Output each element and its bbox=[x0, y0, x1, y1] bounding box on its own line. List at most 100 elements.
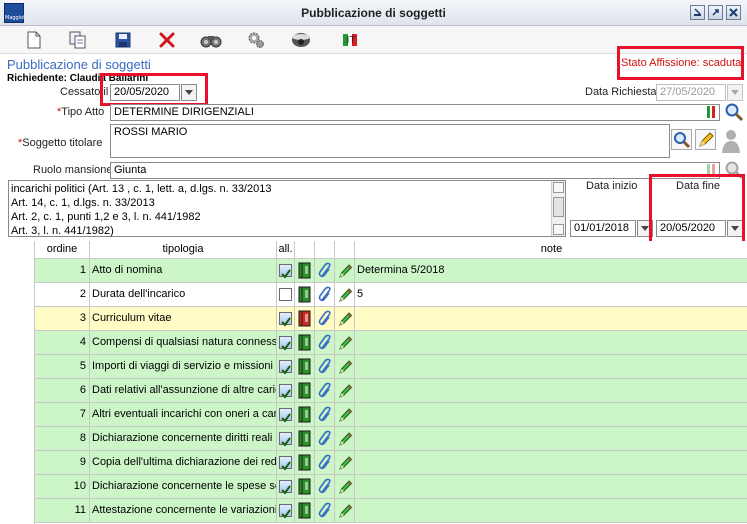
cessato-dropdown-button[interactable] bbox=[181, 84, 197, 101]
table-row[interactable]: 3 Curriculum vitae bbox=[35, 307, 747, 331]
all-checkbox[interactable] bbox=[279, 480, 292, 495]
all-checkbox[interactable] bbox=[279, 408, 292, 423]
paperclip-icon[interactable] bbox=[318, 478, 333, 495]
data-richiesta-dropdown-button[interactable] bbox=[727, 84, 743, 101]
pencil-icon[interactable] bbox=[338, 502, 353, 519]
soggetto-user-button[interactable] bbox=[719, 126, 743, 156]
paperclip-icon[interactable] bbox=[318, 406, 333, 423]
soggetto-edit-button[interactable] bbox=[695, 129, 716, 150]
all-checkbox[interactable] bbox=[279, 288, 292, 301]
table-row[interactable]: 4 Compensi di qualsiasi natura connessi a bbox=[35, 331, 747, 355]
paperclip-icon[interactable] bbox=[318, 358, 333, 375]
cessato-date-field[interactable]: 20/05/2020 bbox=[110, 84, 180, 101]
cell-note[interactable] bbox=[355, 403, 747, 426]
paperclip-icon[interactable] bbox=[318, 382, 333, 399]
cell-note[interactable] bbox=[355, 499, 747, 522]
table-row[interactable]: 1 Atto di nomina Determina 5/2018 bbox=[35, 259, 747, 283]
ruolo-field[interactable]: Giunta bbox=[110, 162, 720, 179]
pencil-icon[interactable] bbox=[338, 310, 353, 327]
book-icon[interactable] bbox=[298, 406, 312, 423]
all-checkbox[interactable] bbox=[279, 360, 292, 375]
column-header-all[interactable]: all. bbox=[277, 241, 295, 259]
table-row[interactable]: 6 Dati relativi all'assunzione di altre c… bbox=[35, 379, 747, 403]
book-icon[interactable] bbox=[298, 310, 312, 327]
cell-note[interactable]: Determina 5/2018 bbox=[355, 259, 747, 282]
paperclip-icon[interactable] bbox=[318, 286, 333, 303]
paperclip-icon[interactable] bbox=[318, 310, 333, 327]
pencil-icon[interactable] bbox=[338, 262, 353, 279]
cell-note[interactable] bbox=[355, 475, 747, 498]
book-icon[interactable] bbox=[298, 478, 312, 495]
paperclip-icon[interactable] bbox=[318, 262, 333, 279]
paperclip-icon[interactable] bbox=[318, 430, 333, 447]
table-row[interactable]: 11 Attestazione concernente le variazioni bbox=[35, 499, 747, 523]
cell-note[interactable] bbox=[355, 355, 747, 378]
language-button[interactable]: IT bbox=[333, 30, 367, 50]
pencil-icon[interactable] bbox=[338, 406, 353, 423]
table-row[interactable]: 9 Copia dell'ultima dichiarazione dei red… bbox=[35, 451, 747, 475]
table-row[interactable]: 8 Dichiarazione concernente diritti reali… bbox=[35, 427, 747, 451]
pencil-icon[interactable] bbox=[338, 358, 353, 375]
tipo-atto-search-button[interactable] bbox=[724, 102, 744, 122]
tipo-atto-field[interactable]: DETERMINE DIRIGENZIALI bbox=[110, 104, 720, 121]
all-checkbox[interactable] bbox=[279, 312, 292, 327]
book-icon[interactable] bbox=[298, 334, 312, 351]
pencil-icon[interactable] bbox=[338, 382, 353, 399]
pencil-icon[interactable] bbox=[338, 334, 353, 351]
pencil-icon[interactable] bbox=[338, 454, 353, 471]
paperclip-icon[interactable] bbox=[318, 502, 333, 519]
riferimenti-textarea[interactable]: incarichi politici (Art. 13 , c. 1, lett… bbox=[8, 180, 566, 237]
copy-button[interactable] bbox=[67, 30, 89, 50]
minimize-button[interactable] bbox=[690, 5, 705, 20]
table-row[interactable]: 7 Altri eventuali incarichi con oneri a c… bbox=[35, 403, 747, 427]
column-header-ordine[interactable]: ordine bbox=[35, 241, 90, 259]
all-checkbox[interactable] bbox=[279, 432, 292, 447]
cell-note[interactable] bbox=[355, 427, 747, 450]
data-inizio-dropdown-button[interactable] bbox=[637, 220, 653, 237]
book-icon[interactable] bbox=[298, 286, 312, 303]
textarea-scrollbar[interactable] bbox=[551, 181, 565, 236]
data-fine-dropdown-button[interactable] bbox=[727, 220, 743, 237]
cell-note[interactable]: 5 bbox=[355, 283, 747, 306]
book-icon[interactable] bbox=[298, 358, 312, 375]
soggetto-field[interactable]: ROSSI MARIO bbox=[110, 124, 670, 158]
book-icon[interactable] bbox=[298, 382, 312, 399]
all-checkbox[interactable] bbox=[279, 264, 292, 279]
new-button[interactable] bbox=[23, 30, 45, 50]
cell-note[interactable] bbox=[355, 451, 747, 474]
delete-button[interactable] bbox=[156, 30, 178, 50]
scroll-thumb[interactable] bbox=[553, 197, 564, 217]
pencil-icon[interactable] bbox=[338, 478, 353, 495]
book-icon[interactable] bbox=[298, 454, 312, 471]
data-richiesta-field[interactable]: 27/05/2020 bbox=[656, 84, 726, 101]
save-button[interactable] bbox=[112, 30, 134, 50]
table-row[interactable]: 5 Importi di viaggi di servizio e mission… bbox=[35, 355, 747, 379]
pencil-icon[interactable] bbox=[338, 430, 353, 447]
book-icon[interactable] bbox=[298, 262, 312, 279]
paperclip-icon[interactable] bbox=[318, 334, 333, 351]
table-row[interactable]: 2 Durata dell'incarico 5 bbox=[35, 283, 747, 307]
scroll-up-button[interactable] bbox=[553, 182, 564, 193]
column-header-note[interactable]: note bbox=[355, 241, 747, 259]
camera-button[interactable] bbox=[290, 30, 312, 50]
search-button[interactable] bbox=[200, 30, 222, 50]
paperclip-icon[interactable] bbox=[318, 454, 333, 471]
book-icon[interactable] bbox=[298, 502, 312, 519]
data-inizio-field[interactable]: 01/01/2018 bbox=[570, 220, 636, 237]
cell-note[interactable] bbox=[355, 379, 747, 402]
soggetto-search-button[interactable] bbox=[671, 129, 692, 150]
maximize-button[interactable] bbox=[708, 5, 723, 20]
all-checkbox[interactable] bbox=[279, 504, 292, 519]
column-header-tipologia[interactable]: tipologia bbox=[90, 241, 277, 259]
cell-note[interactable] bbox=[355, 331, 747, 354]
table-row[interactable]: 10 Dichiarazione concernente le spese so bbox=[35, 475, 747, 499]
pencil-icon[interactable] bbox=[338, 286, 353, 303]
scroll-down-button[interactable] bbox=[553, 224, 564, 235]
all-checkbox[interactable] bbox=[279, 456, 292, 471]
close-button[interactable] bbox=[726, 5, 741, 20]
book-icon[interactable] bbox=[298, 430, 312, 447]
ruolo-search-button[interactable] bbox=[724, 160, 744, 180]
cell-note[interactable] bbox=[355, 307, 747, 330]
all-checkbox[interactable] bbox=[279, 384, 292, 399]
config-button[interactable] bbox=[245, 30, 267, 50]
